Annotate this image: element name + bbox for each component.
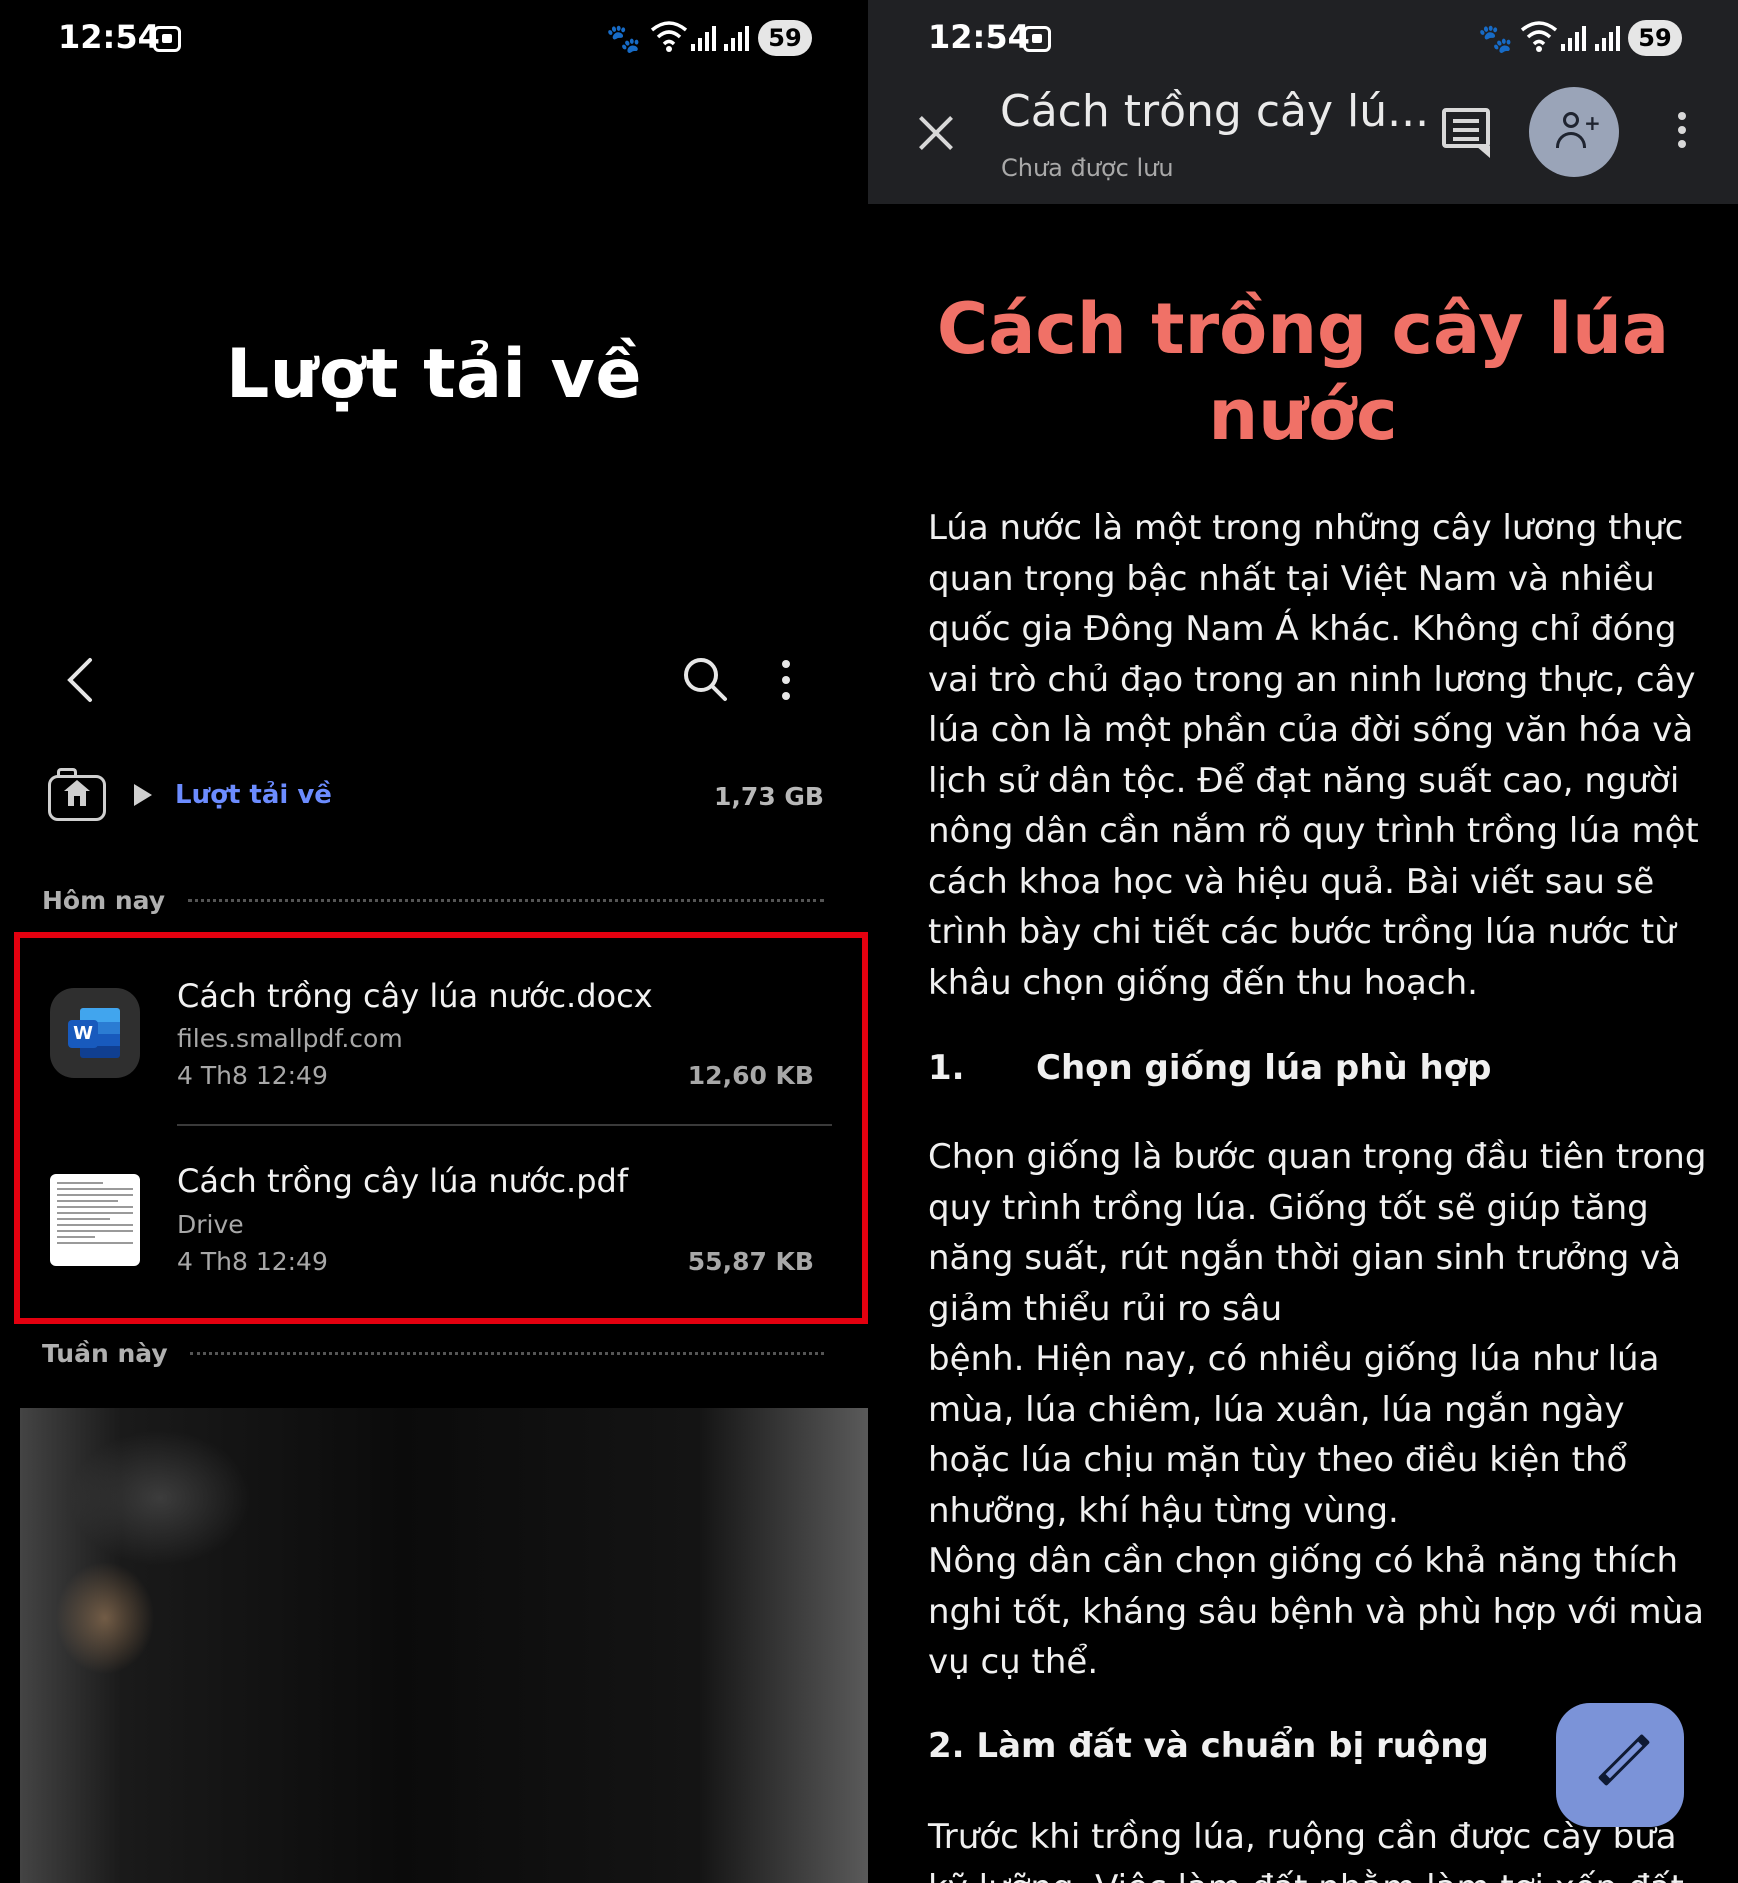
pdf-thumbnail-icon <box>50 1174 140 1266</box>
battery-indicator: 59 <box>1628 20 1682 56</box>
more-options-icon[interactable] <box>776 658 796 702</box>
blurred-content <box>20 1408 868 1883</box>
section-header-this-week: Tuần này <box>42 1339 168 1368</box>
storage-size: 1,73 GB <box>714 782 824 811</box>
file-date: 4 Th8 12:49 <box>177 1061 328 1090</box>
document-app-bar: 12:54 🐾 59 Cách trồng cây lú... Chưa đượ… <box>868 0 1738 204</box>
save-status: Chưa được lưu <box>1001 154 1174 182</box>
search-icon[interactable] <box>682 656 728 702</box>
file-name: Cách trồng cây lúa nước.docx <box>177 977 653 1015</box>
file-row-docx[interactable]: W Cách trồng cây lúa nước.docx files.sma… <box>0 960 868 1120</box>
status-time: 12:54 <box>58 18 160 56</box>
file-size: 12,60 KB <box>687 1061 814 1090</box>
document-intro: Lúa nước là một trong những cây lương th… <box>928 508 1699 1003</box>
section-divider <box>190 1352 824 1355</box>
signal-icon-2 <box>1595 26 1620 51</box>
document-paragraph: Nông dân cần chọn giống có khả năng thíc… <box>928 1541 1705 1682</box>
document-paragraph: bệnh. Hiện nay, có nhiều giống lúa như l… <box>928 1339 1660 1531</box>
wifi-icon <box>650 21 688 52</box>
file-source: files.smallpdf.com <box>177 1024 403 1053</box>
edit-button[interactable] <box>1556 1703 1684 1827</box>
section-heading-2: 2. Làm đất và chuẩn bị ruộng <box>928 1726 1489 1766</box>
row-divider <box>177 1124 832 1126</box>
paw-icon: 🐾 <box>606 22 641 55</box>
document-panel: 12:54 🐾 59 Cách trồng cây lú... Chưa đượ… <box>868 0 1738 1883</box>
file-size: 55,87 KB <box>687 1247 814 1276</box>
back-arrow-icon[interactable] <box>60 656 100 704</box>
signal-icon-1 <box>691 26 716 51</box>
word-icon: W <box>50 988 140 1078</box>
status-bar: 12:54 🐾 59 <box>0 0 868 80</box>
wifi-icon <box>1520 21 1558 52</box>
screenshot-icon <box>1023 26 1051 52</box>
section-heading-1: 1. Chọn giống lúa phù hợp <box>928 1048 1491 1088</box>
file-source: Drive <box>177 1210 244 1239</box>
document-heading: Cách trồng cây lúa nước <box>936 288 1670 456</box>
home-folder-icon[interactable] <box>48 768 106 821</box>
breadcrumb-arrow-icon <box>134 784 152 806</box>
signal-icon-2 <box>724 26 749 51</box>
document-paragraph: Chọn giống là bước quan trọng đầu tiên t… <box>928 1137 1707 1329</box>
close-icon[interactable] <box>916 113 956 153</box>
breadcrumb-current[interactable]: Lượt tải về <box>175 780 332 810</box>
section-number: 1. <box>928 1048 965 1088</box>
battery-indicator: 59 <box>758 20 812 56</box>
document-title: Cách trồng cây lú... <box>1000 86 1430 137</box>
more-options-icon[interactable] <box>1678 112 1686 120</box>
signal-icon-1 <box>1561 26 1586 51</box>
section-title: Chọn giống lúa phù hợp <box>1036 1048 1492 1088</box>
file-date: 4 Th8 12:49 <box>177 1247 328 1276</box>
file-name: Cách trồng cây lúa nước.pdf <box>177 1162 629 1200</box>
pencil-icon <box>1597 1733 1651 1787</box>
share-button[interactable]: + <box>1529 87 1619 177</box>
comment-icon[interactable] <box>1442 108 1490 158</box>
section-divider <box>188 899 824 902</box>
downloads-panel: 12:54 🐾 59 Lượt tải về Lượt tải về 1,73 … <box>0 0 868 1883</box>
add-person-icon <box>1563 112 1579 128</box>
status-bar: 12:54 🐾 59 <box>868 0 1738 80</box>
paw-icon: 🐾 <box>1478 22 1513 55</box>
section-header-today: Hôm nay <box>42 886 166 915</box>
file-row-pdf[interactable]: Cách trồng cây lúa nước.pdf Drive 4 Th8 … <box>0 1146 868 1306</box>
page-title: Lượt tải về <box>226 335 642 414</box>
screenshot-icon <box>153 26 181 52</box>
status-time: 12:54 <box>928 18 1030 56</box>
